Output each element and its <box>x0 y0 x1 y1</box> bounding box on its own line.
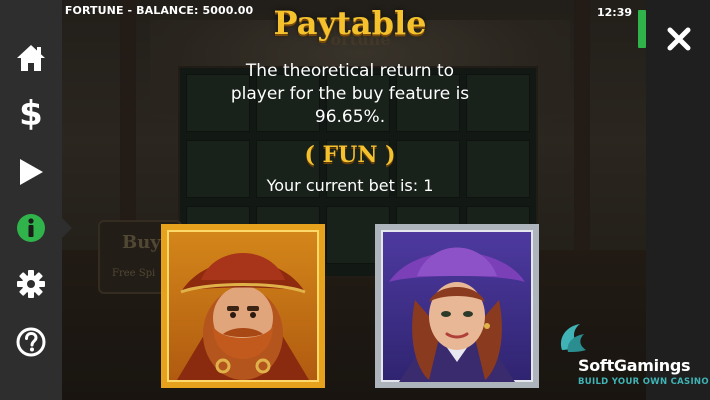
help-icon <box>16 327 46 357</box>
rtp-description: The theoretical return to player for the… <box>215 60 485 129</box>
pirate-lady-portrait <box>389 247 525 382</box>
home-icon <box>17 45 45 71</box>
active-item-pointer <box>62 218 72 238</box>
pirate-captain-symbol <box>161 224 325 388</box>
rtp-line-3: 96.65%. <box>314 107 386 127</box>
clock: 12:39 <box>596 6 632 19</box>
right-panel <box>646 0 710 400</box>
pirate-lady-symbol <box>375 224 539 388</box>
rtp-line-1: The theoretical return to <box>245 61 455 81</box>
sidebar-item-info[interactable] <box>0 204 62 252</box>
close-icon <box>667 27 691 51</box>
sidebar-item-autoplay[interactable] <box>0 148 62 196</box>
info-icon <box>17 214 45 242</box>
current-bet-text: Your current bet is: 1 <box>266 176 434 195</box>
brand-name: SoftGamings <box>578 356 691 375</box>
rtp-line-2: player for the buy feature is <box>230 84 470 104</box>
brand-tagline: BUILD YOUR OWN CASINO <box>578 377 709 387</box>
sidebar-item-bet[interactable]: $ <box>0 90 62 138</box>
play-mode-label: ( FUN ) <box>304 142 396 168</box>
play-icon <box>20 159 43 185</box>
sidebar-item-home[interactable] <box>0 34 62 82</box>
page-title: Paytable <box>273 4 427 42</box>
softgamings-logo-icon <box>556 320 592 356</box>
close-button[interactable] <box>662 22 696 56</box>
dollar-icon: $ <box>19 94 43 134</box>
sidebar-item-help[interactable] <box>0 318 62 366</box>
sidebar-item-settings[interactable] <box>0 260 62 308</box>
sidebar: $ <box>0 0 62 400</box>
pirate-captain-portrait <box>177 253 309 380</box>
gear-icon <box>17 270 45 298</box>
